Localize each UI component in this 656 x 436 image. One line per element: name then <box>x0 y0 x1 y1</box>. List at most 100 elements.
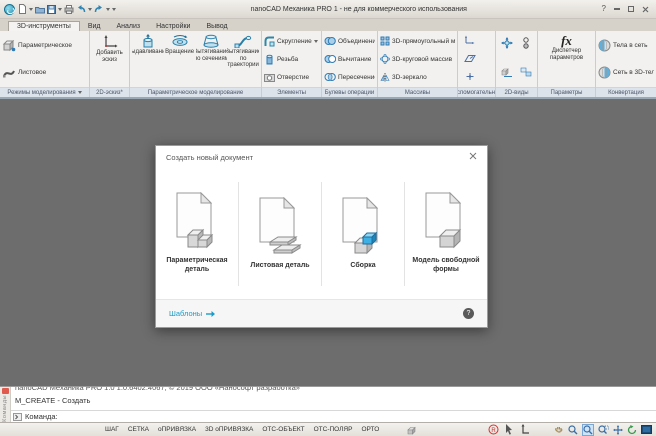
zoom-realtime-icon[interactable] <box>582 424 594 436</box>
assembly-icon <box>351 231 381 255</box>
maximize-button[interactable] <box>628 6 634 12</box>
revolve-button[interactable]: Вращение <box>164 32 196 86</box>
subtract-button[interactable]: Вычитание <box>324 54 375 64</box>
parametric-mode-button[interactable]: Параметрическое <box>2 40 87 52</box>
toggle-snap[interactable]: ШАГ <box>105 426 119 433</box>
sheet-mode-button[interactable]: Листовое <box>2 67 87 79</box>
dialog-close-button[interactable] <box>469 152 477 162</box>
group-label-sketch: 2D-эскиз* <box>90 87 129 97</box>
toggle-osnap[interactable]: оПРИВЯЗКА <box>158 426 196 433</box>
aux-plane-icon <box>464 54 476 63</box>
toggle-otrack-object[interactable]: ОТС-ОБЪЕКТ <box>262 426 304 433</box>
toggle-otrack-polar[interactable]: ОТС-ПОЛЯР <box>314 426 353 433</box>
view-proj-button[interactable] <box>520 64 532 82</box>
view-section-button[interactable] <box>522 36 530 54</box>
fullscreen-icon[interactable] <box>641 425 652 434</box>
loft-button[interactable]: Вытягивание по сечениям <box>196 32 228 86</box>
toggle-ortho[interactable]: ОРТО <box>361 426 379 433</box>
panel-close-icon[interactable] <box>2 388 9 394</box>
mesh-to-solid-button[interactable]: Сеть в 3D-тело <box>598 66 654 79</box>
print-button[interactable] <box>64 5 74 14</box>
open-button[interactable] <box>35 5 45 14</box>
command-panel: Команды nanoCAD Механика PRO 1.0 1.0.640… <box>0 386 656 422</box>
tab-output[interactable]: Вывод <box>198 22 235 31</box>
navigate-cross-icon[interactable] <box>613 425 623 435</box>
option-freeform-model[interactable]: Модель свободной формы <box>405 168 487 299</box>
option-assembly[interactable]: Сборка <box>322 168 404 299</box>
undo-button[interactable] <box>76 5 86 14</box>
redo-dropdown-icon[interactable] <box>106 8 110 11</box>
fx-icon: fx <box>561 34 572 48</box>
tab-settings[interactable]: Настройки <box>148 22 198 31</box>
status-bar: ШАГ СЕТКА оПРИВЯЗКА 3D оПРИВЯЗКА ОТС-ОБЪ… <box>0 422 656 436</box>
command-prompt: Команда: <box>25 412 58 421</box>
new-document-dialog: Создать новый документ Параметрическая д… <box>155 145 488 328</box>
regen-icon[interactable] <box>627 425 637 435</box>
new-dropdown-icon[interactable] <box>29 8 33 11</box>
view-move-button[interactable] <box>501 36 513 54</box>
tab-view[interactable]: Вид <box>80 22 109 31</box>
fillet-icon <box>264 36 275 47</box>
tab-3d-tools[interactable]: 3D-инструменты <box>8 21 80 31</box>
view-base-button[interactable] <box>501 64 513 82</box>
mesh-to-solid-icon <box>598 66 611 79</box>
dialog-title: Создать новый документ <box>166 153 253 162</box>
templates-link[interactable]: Шаблоны <box>169 309 215 318</box>
intersect-icon <box>324 72 336 82</box>
aux-plane-button[interactable] <box>464 50 476 68</box>
parametric-part-icon <box>185 226 215 250</box>
hole-button[interactable]: Отверстие <box>264 72 319 83</box>
fillet-button[interactable]: Скругление <box>264 36 319 47</box>
sweep-button[interactable]: Вытягивание по траектории <box>227 32 259 86</box>
app-logo-icon[interactable] <box>4 4 15 15</box>
command-history[interactable]: nanoCAD Механика PRO 1.0 1.0.6402.4067, … <box>11 387 656 422</box>
ribbon-group-convert: Тела в сеть Сеть в 3D-тело Конвертация <box>596 31 656 97</box>
add-sketch-button[interactable]: Добавить эскиз <box>92 32 127 86</box>
aux-point-button[interactable] <box>464 68 476 86</box>
circular-array-button[interactable]: 3D-круговой массив <box>380 54 455 64</box>
rect-array-button[interactable]: 3D-прямоугольный массив <box>380 36 455 46</box>
parameter-manager-button[interactable]: fx Диспетчер параметров <box>540 32 593 86</box>
option-parametric-part[interactable]: Параметрическая деталь <box>156 168 238 299</box>
save-dropdown-icon[interactable] <box>58 8 62 11</box>
pan-hand-icon[interactable] <box>554 425 564 435</box>
thread-button[interactable]: Резьба <box>264 54 319 65</box>
ribbon: Параметрическое Листовое Режимы моделиро… <box>0 31 656 99</box>
group-label-modes[interactable]: Режимы моделирования <box>0 87 89 97</box>
mirror3d-button[interactable]: 3D-зеркало <box>380 72 455 82</box>
coords-style-icon[interactable] <box>520 424 530 435</box>
undo-dropdown-icon[interactable] <box>88 8 92 11</box>
help-button[interactable]: ? <box>602 5 606 13</box>
command-panel-tab[interactable]: Команды <box>0 387 11 422</box>
minimize-button[interactable] <box>614 8 620 10</box>
solids-to-mesh-button[interactable]: Тела в сеть <box>598 39 654 52</box>
mirror3d-icon <box>380 72 390 82</box>
subtract-icon <box>324 54 336 64</box>
mode-toggles: ШАГ СЕТКА оПРИВЯЗКА 3D оПРИВЯЗКА ОТС-ОБЪ… <box>105 426 379 433</box>
close-button[interactable] <box>642 0 649 18</box>
cursor-mode-icon[interactable] <box>505 424 514 435</box>
command-input-row[interactable]: Команда: <box>11 410 656 422</box>
dialog-help-button[interactable]: ? <box>463 308 474 319</box>
redo-button[interactable] <box>94 5 104 14</box>
ribbon-group-modeling: Выдавливание Вращение Вытягивание по сеч… <box>130 31 262 97</box>
group-label-aux: Вспомогательн... <box>458 87 495 97</box>
zoom-window-icon[interactable] <box>598 425 609 435</box>
tab-analysis[interactable]: Анализ <box>108 22 148 31</box>
toggle-3d-osnap[interactable]: 3D оПРИВЯЗКА <box>205 426 253 433</box>
revolve-icon <box>171 34 189 48</box>
new-document-button[interactable] <box>18 4 27 14</box>
drawing-canvas[interactable]: Создать новый документ Параметрическая д… <box>0 99 656 386</box>
union-button[interactable]: Объединение <box>324 36 375 46</box>
extrude-button[interactable]: Выдавливание <box>132 32 164 86</box>
toggle-grid[interactable]: СЕТКА <box>128 426 149 433</box>
option-sheet-part[interactable]: Листовая деталь <box>239 168 321 299</box>
qat-customize-icon[interactable] <box>112 8 116 11</box>
zoom-icon[interactable] <box>568 425 578 435</box>
mass-properties-icon[interactable] <box>407 425 418 435</box>
group-label-elements: Элементы <box>262 87 321 97</box>
save-button[interactable] <box>47 5 56 14</box>
aux-axis-button[interactable] <box>464 32 476 50</box>
record-icon[interactable]: R <box>488 424 499 435</box>
intersect-button[interactable]: Пересечение <box>324 72 375 82</box>
